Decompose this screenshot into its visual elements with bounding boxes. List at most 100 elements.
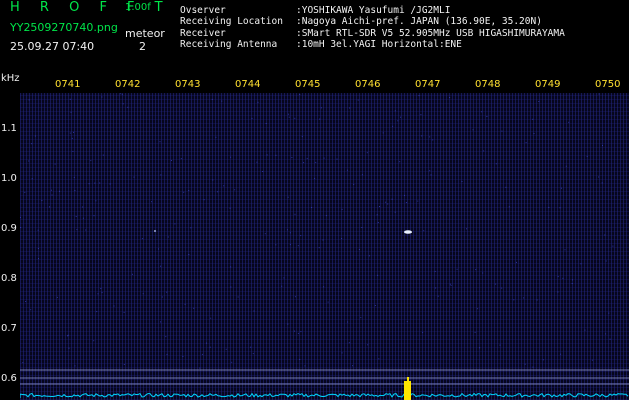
hrofft-screen: H R O F F T 1.00f YY2509270740.png 25.09… xyxy=(0,0,629,400)
noise-speckle xyxy=(299,358,301,360)
noise-speckle xyxy=(97,293,99,295)
noise-speckle xyxy=(160,321,161,323)
noise-speckle xyxy=(188,190,190,191)
noise-speckle xyxy=(251,117,253,119)
noise-speckle xyxy=(325,215,327,217)
noise-speckle xyxy=(133,176,135,178)
noise-speckle xyxy=(533,133,535,134)
noise-speckle xyxy=(404,194,405,196)
noise-speckle xyxy=(41,200,43,201)
time-tick: 0744 xyxy=(235,79,261,90)
noise-speckle xyxy=(366,152,368,154)
noise-speckle xyxy=(405,202,407,203)
noise-speckle xyxy=(158,248,159,250)
noise-speckle xyxy=(165,336,167,338)
noise-speckle xyxy=(113,305,115,307)
freq-tick: 0.7 xyxy=(1,323,17,334)
noise-speckle xyxy=(20,227,22,228)
antenna-row: Receiving Antenna :10mH 3el.YAGI Horizon… xyxy=(180,39,565,50)
noise-speckle xyxy=(122,103,124,105)
noise-speckle xyxy=(516,261,517,263)
noise-speckle xyxy=(323,286,325,288)
station-info: Ovserver :YOSHIKAWA Yasufumi /JG2MLI Rec… xyxy=(180,5,565,50)
noise-speckle xyxy=(252,353,254,355)
noise-speckle xyxy=(151,201,152,203)
noise-speckle xyxy=(102,154,104,156)
noise-speckle xyxy=(505,186,507,188)
noise-speckle xyxy=(608,312,610,314)
spectrum-trace xyxy=(20,392,629,398)
noise-speckle xyxy=(562,277,564,279)
noise-speckle xyxy=(377,222,379,223)
noise-speckle xyxy=(346,169,348,171)
noise-speckle xyxy=(286,229,288,231)
noise-speckle xyxy=(51,189,52,191)
noise-speckle xyxy=(449,97,451,98)
noise-speckle xyxy=(319,118,321,120)
noise-speckle xyxy=(167,236,169,238)
noise-speckle xyxy=(472,129,474,131)
noise-speckle xyxy=(230,156,232,158)
noise-speckle xyxy=(221,100,223,102)
noise-speckle xyxy=(422,332,424,334)
noise-speckle xyxy=(25,301,27,302)
noise-speckle xyxy=(352,365,353,367)
noise-speckle xyxy=(74,190,76,191)
noise-speckle xyxy=(418,95,420,97)
noise-speckle xyxy=(548,206,550,208)
noise-speckle xyxy=(70,111,72,113)
app-version: 1.00f xyxy=(125,2,151,13)
noise-speckle xyxy=(560,353,562,355)
noise-speckle xyxy=(24,191,26,193)
noise-speckle xyxy=(387,203,389,205)
noise-speckle xyxy=(420,114,422,116)
waterfall-display xyxy=(20,93,629,400)
noise-speckle xyxy=(384,201,386,203)
noise-speckle xyxy=(435,287,437,289)
location-key: Receiving Location xyxy=(180,16,283,28)
noise-speckle xyxy=(161,296,163,298)
noise-speckle xyxy=(275,244,277,246)
noise-speckle xyxy=(580,263,582,265)
noise-speckle xyxy=(20,216,21,218)
noise-speckle xyxy=(571,283,573,284)
noise-speckle xyxy=(598,176,600,178)
time-tick: 0746 xyxy=(355,79,381,90)
noise-speckle xyxy=(430,174,432,176)
freq-tick: 1.1 xyxy=(1,123,17,134)
noise-speckle xyxy=(120,93,122,95)
noise-speckle xyxy=(193,307,195,309)
noise-speckle xyxy=(229,207,231,209)
noise-speckle xyxy=(341,208,343,210)
meteor-echo xyxy=(154,230,156,232)
date-time: 25.09.27 07:40 xyxy=(10,40,95,53)
noise-speckle xyxy=(483,150,485,152)
noise-speckle xyxy=(358,249,360,250)
noise-speckle xyxy=(495,163,497,165)
noise-speckle xyxy=(82,206,84,208)
noise-speckle xyxy=(100,288,102,289)
noise-speckle xyxy=(288,116,290,118)
noise-speckle xyxy=(598,93,600,95)
noise-speckle xyxy=(392,125,394,127)
noise-speckle xyxy=(294,213,296,215)
receiver-row: Receiver :SMart RTL-SDR V5 52.905MHz USB… xyxy=(180,28,565,39)
noise-speckle xyxy=(266,154,268,156)
noise-speckle xyxy=(71,137,73,139)
noise-speckle xyxy=(68,347,70,349)
noise-speckle xyxy=(374,305,376,306)
noise-speckle xyxy=(215,136,217,138)
noise-speckle xyxy=(318,247,320,249)
noise-speckle xyxy=(217,191,219,193)
noise-speckle xyxy=(437,295,439,297)
noise-speckle xyxy=(360,317,362,319)
freq-tick: 0.8 xyxy=(1,273,17,284)
noise-speckle xyxy=(501,130,503,132)
noise-speckle xyxy=(281,285,283,287)
receiver-key: Receiver xyxy=(180,27,226,39)
noise-speckle xyxy=(212,179,214,181)
observer-key: Ovserver xyxy=(180,5,226,16)
noise-speckle xyxy=(477,308,479,310)
noise-speckle xyxy=(201,353,203,355)
noise-speckle xyxy=(28,160,30,162)
